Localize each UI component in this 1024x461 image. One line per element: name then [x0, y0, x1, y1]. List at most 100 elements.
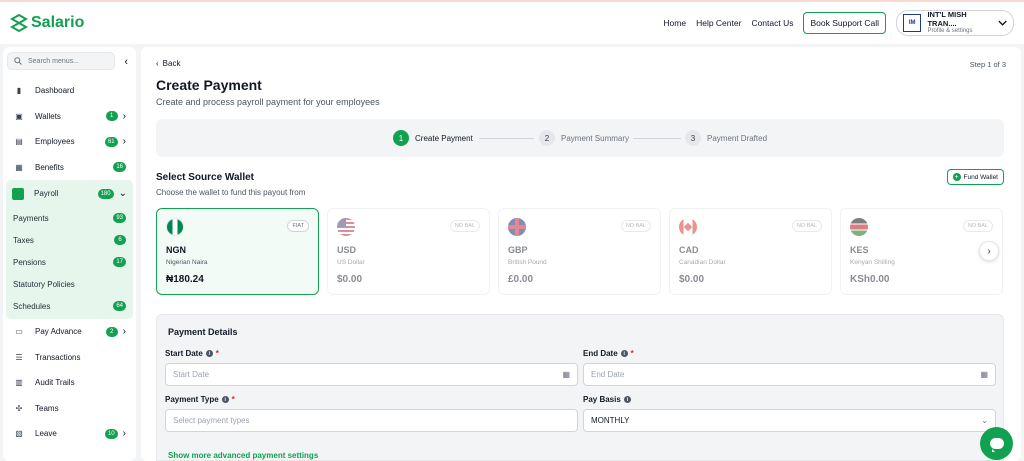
- wallet-code: KES: [850, 245, 869, 255]
- plus-icon: +: [952, 173, 961, 181]
- field-label-text: Pay Basis: [583, 395, 621, 404]
- nav-home-link[interactable]: Home: [663, 18, 686, 28]
- step-number: 1: [393, 130, 409, 146]
- app-name: Salario: [31, 14, 85, 31]
- wallet-tag: NO BAL: [791, 220, 822, 232]
- pay-basis-select[interactable]: MONTHLY ⌄: [583, 409, 996, 432]
- field-label-text: Payment Type: [165, 395, 219, 404]
- start-date-placeholder: Start Date: [173, 370, 210, 379]
- step-payment-drafted: 3 Payment Drafted: [685, 130, 767, 146]
- sidebar-item-pay-advance[interactable]: ▭ Pay Advance 2 ›: [7, 319, 132, 345]
- wallet-code: NGN: [166, 245, 186, 255]
- count-badge: 17: [113, 257, 126, 267]
- required-marker: *: [215, 349, 219, 358]
- back-link[interactable]: ‹ Back: [156, 59, 180, 68]
- step-payment-summary: 2 Payment Summary: [539, 130, 629, 146]
- step-connector: [479, 138, 534, 139]
- sidebar-item-label: Schedules: [13, 301, 51, 311]
- info-icon[interactable]: i: [623, 396, 631, 403]
- payment-type-placeholder: Select payment types: [173, 416, 250, 425]
- kenya-flag-icon: [850, 218, 868, 236]
- sidebar-item-wallets[interactable]: ▣ Wallets 1 ›: [7, 104, 132, 130]
- info-icon[interactable]: i: [205, 350, 213, 357]
- nav-help-link[interactable]: Help Center: [696, 18, 741, 28]
- profile-subtitle: Profile & settings: [927, 28, 973, 35]
- chevron-right-icon: ›: [122, 136, 126, 148]
- calendar-icon[interactable]: ▦: [980, 370, 988, 379]
- chart-icon: ▮: [16, 86, 22, 96]
- start-date-field[interactable]: Start Date ▦: [165, 363, 578, 386]
- wallet-currency-name: US Dollar: [337, 259, 365, 266]
- search-placeholder: Search menus...: [28, 57, 79, 65]
- sidebar-item-leave[interactable]: ▧ Leave 10 ›: [7, 421, 132, 447]
- usa-flag-icon: [337, 218, 355, 236]
- wallet-tag: NO BAL: [620, 220, 651, 232]
- progress-stepper: 1 Create Payment 2 Payment Summary 3 Paymen…: [156, 119, 1004, 157]
- pay-basis-label: Pay Basis i: [583, 395, 631, 404]
- info-icon[interactable]: i: [620, 350, 628, 357]
- sidebar-subitem-pensions[interactable]: Pensions 17: [6, 251, 133, 273]
- chevron-down-icon: ⌄: [118, 188, 127, 199]
- sidebar-item-label: Statutory Policies: [13, 279, 75, 289]
- book-support-button[interactable]: Book Support Call: [803, 12, 886, 34]
- payment-type-label: Payment Type i *: [165, 395, 235, 404]
- step-label: Payment Summary: [561, 133, 630, 143]
- wallet-icon: ▣: [15, 111, 23, 121]
- step-label: Payment Drafted: [707, 133, 768, 143]
- list-icon: ☰: [15, 352, 23, 362]
- wallet-currency-name: Canadian Dollar: [679, 259, 726, 266]
- count-badge: 1: [105, 111, 118, 122]
- salario-logo-icon: [10, 14, 28, 32]
- sidebar-item-transactions[interactable]: ☰ Transactions: [7, 345, 132, 371]
- count-badge: 61: [104, 136, 118, 147]
- chevron-right-icon: ›: [987, 245, 991, 257]
- sidebar-item-label: Benefits: [35, 162, 64, 172]
- profile-menu[interactable]: IM INT'L MISH TRAN.... Profile & setting…: [896, 10, 1014, 36]
- payroll-group: Payroll 180 ⌄ Payments 93 Taxes 6 Pensions 17…: [6, 180, 133, 319]
- collapse-sidebar-icon[interactable]: ‹: [124, 56, 128, 68]
- chevron-down-icon: [998, 20, 1007, 26]
- sidebar-item-audit-trails[interactable]: ▥ Audit Trails: [7, 370, 132, 396]
- fund-wallet-button[interactable]: + Fund Wallet: [946, 169, 1004, 185]
- sidebar-item-teams[interactable]: ✣ Teams: [7, 396, 132, 422]
- pay-basis-value: MONTHLY: [591, 416, 630, 425]
- card-icon: ▭: [15, 327, 23, 337]
- wallet-card-ngn[interactable]: FIAT NGN Nigerian Naira ₦180.24: [156, 208, 319, 295]
- sidebar-subitem-taxes[interactable]: Taxes 6: [6, 229, 133, 251]
- wallet-balance: $0.00: [679, 274, 705, 285]
- count-badge: 2: [105, 326, 118, 337]
- sidebar-subitem-schedules[interactable]: Schedules 64: [6, 295, 133, 317]
- menu-search-input[interactable]: Search menus...: [7, 52, 115, 70]
- info-icon[interactable]: i: [221, 396, 229, 403]
- sidebar-item-benefits[interactable]: ▦ Benefits 16: [7, 155, 132, 181]
- calendar-icon[interactable]: ▦: [562, 370, 570, 379]
- advanced-settings-link[interactable]: Show more advanced payment settings: [168, 451, 318, 460]
- sidebar-item-employees[interactable]: ▤ Employees 61 ›: [7, 129, 132, 155]
- end-date-field[interactable]: End Date ▦: [583, 363, 996, 386]
- wallets-next-button[interactable]: ›: [979, 241, 999, 261]
- wallet-card-usd[interactable]: NO BAL USD US Dollar $0.00: [327, 208, 490, 295]
- gift-icon: ▦: [15, 162, 23, 172]
- step-number: 3: [685, 130, 701, 146]
- sidebar-item-label: Payments: [13, 213, 49, 223]
- sidebar-item-payroll[interactable]: Payroll 180 ⌄: [6, 180, 133, 207]
- sidebar-subitem-payments[interactable]: Payments 93: [6, 207, 133, 229]
- start-date-label: Start Date i *: [165, 349, 219, 358]
- app-logo[interactable]: Salario: [10, 14, 84, 32]
- sidebar-item-label: Taxes: [13, 235, 34, 245]
- sidebar-item-label: Employees: [35, 137, 75, 147]
- sidebar-item-dashboard[interactable]: ▮ Dashboard: [7, 78, 132, 104]
- chevron-right-icon: ›: [122, 110, 126, 122]
- payment-type-select[interactable]: Select payment types: [165, 409, 578, 432]
- chevron-right-icon: ›: [122, 326, 126, 338]
- wallet-code: CAD: [679, 245, 699, 255]
- step-connector: [633, 138, 681, 139]
- sidebar-item-label: Teams: [35, 403, 59, 413]
- chat-button[interactable]: [980, 427, 1013, 460]
- nav-contact-link[interactable]: Contact Us: [751, 18, 793, 28]
- canada-flag-icon: [679, 218, 697, 236]
- sidebar-subitem-statutory-policies[interactable]: Statutory Policies: [6, 273, 133, 295]
- wallet-card-gbp[interactable]: NO BAL GBP British Pound £0.00: [498, 208, 661, 295]
- step-indicator: Step 1 of 3: [969, 60, 1006, 69]
- wallet-card-cad[interactable]: NO BAL CAD Canadian Dollar $0.00: [669, 208, 832, 295]
